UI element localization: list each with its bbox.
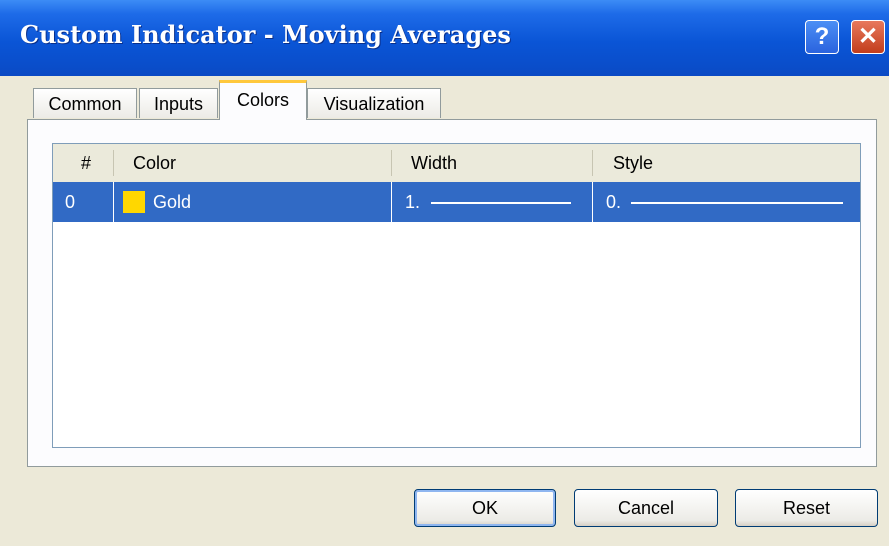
window-title: Custom Indicator - Moving Averages — [20, 20, 511, 49]
table-row[interactable]: 0 Gold 1. 0. — [53, 182, 860, 222]
reset-button[interactable]: Reset — [735, 489, 878, 527]
colors-list[interactable]: # Color Width Style 0 Gold 1. 0. — [52, 143, 861, 448]
tab-label: Colors — [236, 90, 289, 110]
tab-label: Visualization — [323, 94, 425, 114]
column-header-style[interactable]: Style — [603, 144, 853, 182]
tab-label: Common — [48, 94, 122, 114]
cell-separator — [391, 182, 392, 222]
cell-separator — [113, 182, 114, 222]
help-button[interactable]: ? — [805, 20, 839, 54]
column-header-width[interactable]: Width — [401, 144, 591, 182]
close-button[interactable]: ✕ — [851, 20, 885, 54]
tab-label: Inputs — [153, 94, 204, 114]
help-icon: ? — [814, 23, 830, 50]
column-separator[interactable] — [391, 150, 392, 176]
ok-button[interactable]: OK — [414, 489, 556, 527]
column-separator[interactable] — [113, 150, 114, 176]
tab-common[interactable]: Common — [33, 88, 137, 118]
line-width-value[interactable]: 1. — [405, 182, 420, 222]
indicator-dialog: Custom Indicator - Moving Averages ? ✕ C… — [0, 0, 889, 546]
column-header-color[interactable]: Color — [123, 144, 383, 182]
color-swatch — [123, 191, 145, 213]
tab-visualization[interactable]: Visualization — [307, 88, 441, 118]
column-separator[interactable] — [592, 150, 593, 176]
row-index: 0 — [65, 192, 76, 212]
line-style-value[interactable]: 0. — [606, 182, 621, 222]
close-icon: ✕ — [857, 23, 879, 50]
cancel-button[interactable]: Cancel — [574, 489, 718, 527]
tab-inputs[interactable]: Inputs — [139, 88, 218, 118]
line-style-sample — [631, 202, 843, 204]
title-bar[interactable]: Custom Indicator - Moving Averages ? ✕ — [0, 0, 889, 76]
cell-separator — [592, 182, 593, 222]
color-name[interactable]: Gold — [153, 182, 191, 222]
list-header: # Color Width Style — [53, 144, 860, 183]
tab-colors[interactable]: Colors — [219, 80, 307, 120]
line-width-sample — [431, 202, 571, 204]
